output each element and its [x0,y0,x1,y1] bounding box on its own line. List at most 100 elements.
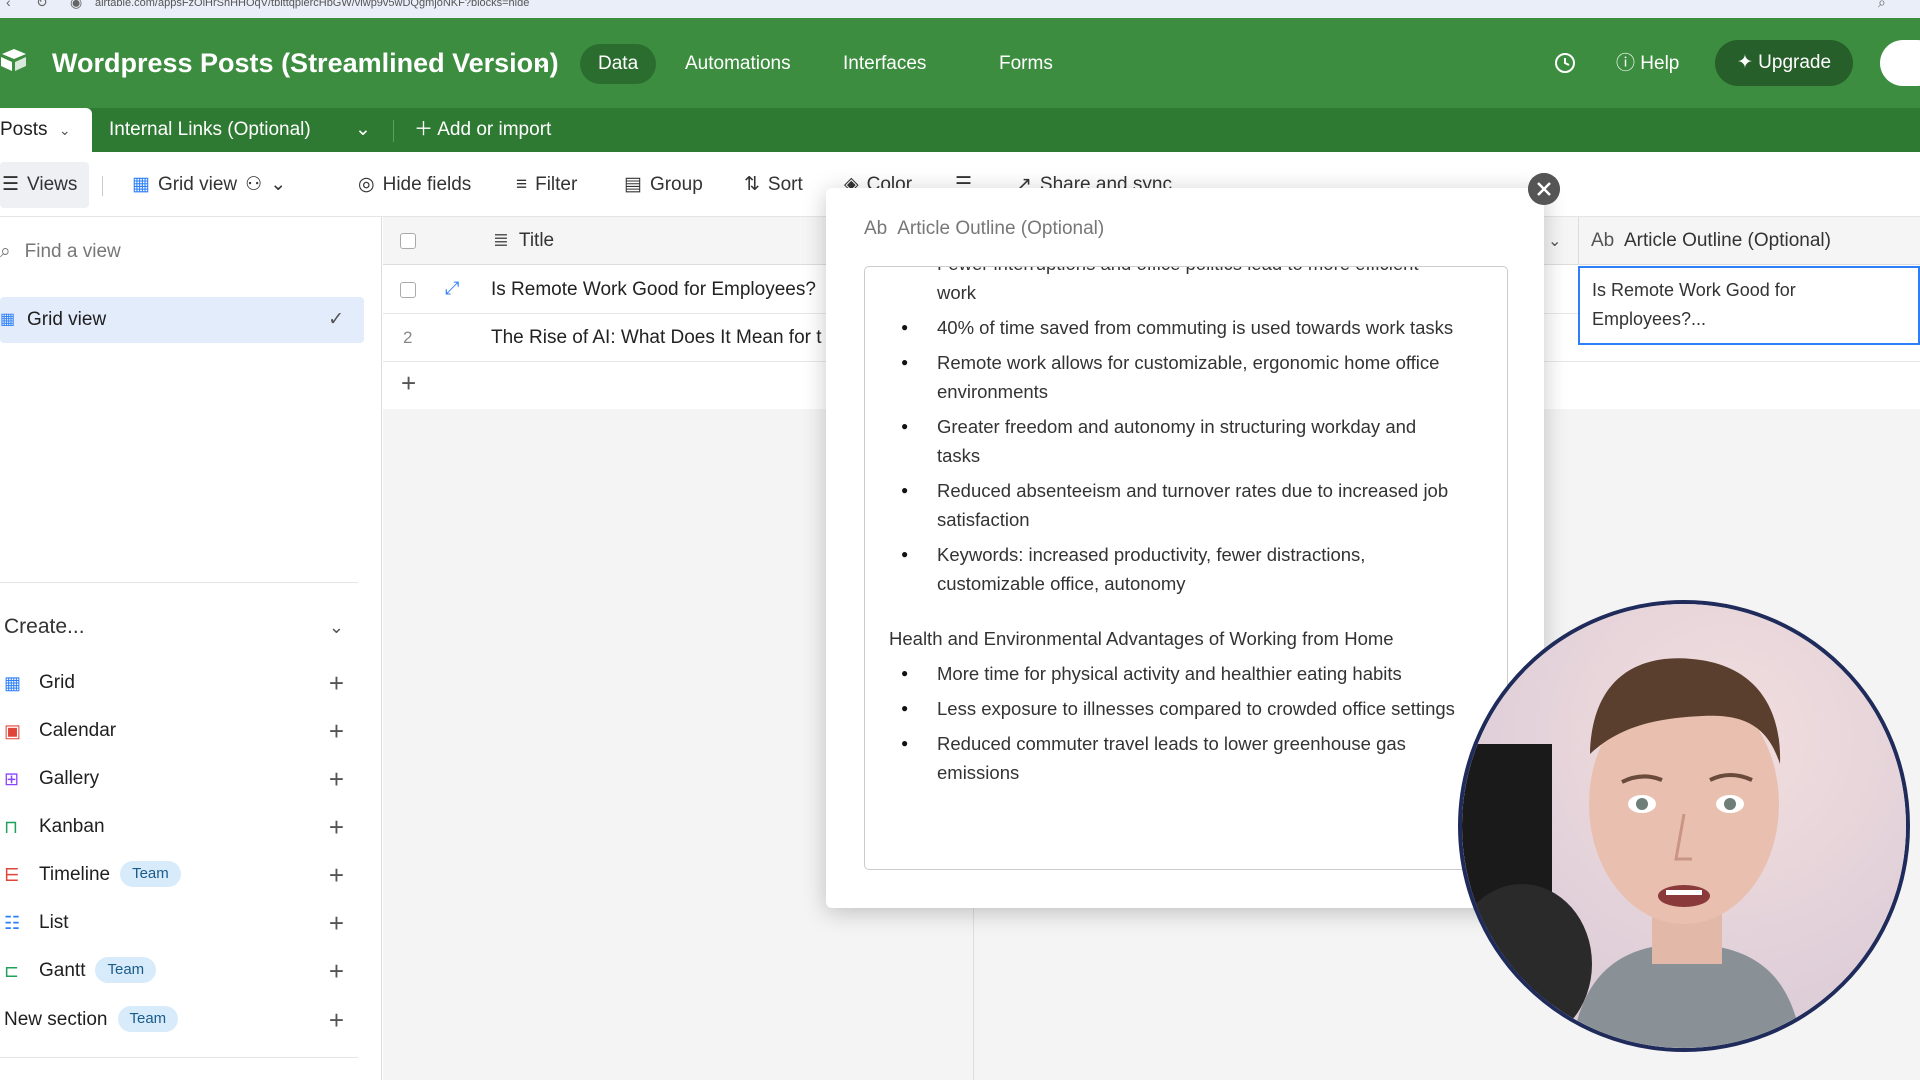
list-item: Remote work allows for customizable, erg… [889,348,1461,406]
create-calendar-view[interactable]: ▣ Calendar + [4,713,344,749]
plus-icon[interactable]: + [329,665,344,701]
plus-icon[interactable]: + [329,953,344,989]
collaborators-icon: ⚇ [245,174,263,195]
chevron-down-icon: ⌄ [58,122,71,138]
create-grid-view[interactable]: ▦ Grid + [4,665,344,701]
column-menu-chevron-icon[interactable]: ⌄ [1548,231,1561,251]
chevron-down-icon: ⌄ [270,174,287,195]
hamburger-icon: ☰ [2,174,20,195]
editor-content[interactable]: Fewer interruptions and office politics … [865,267,1485,793]
filter-icon: ≡ [516,174,528,195]
gallery-icon: ⊞ [4,769,20,789]
sidebar-item-grid-view[interactable]: ▦ Grid view ✓ [0,297,364,343]
tables-bar: Posts ⌄ Internal Links (Optional) ⌄ ＋ Ad… [0,108,1920,152]
hide-fields-button[interactable]: ◎ Hide fields [358,170,471,200]
list-item: Keywords: increased productivity, fewer … [889,540,1461,598]
partial-text-line: Fewer interruptions and office politics … [937,267,1419,303]
list-item: Reduced absenteeism and turnover rates d… [889,476,1461,534]
app-header: Wordpress Posts (Streamlined Version) ⌄ … [0,18,1920,108]
help-icon: ⓘ [1616,53,1636,74]
find-view-input[interactable]: ⌕ Find a view [0,237,121,267]
add-or-import-button[interactable]: ＋ Add or import [414,108,551,152]
list-item: More time for physical activity and heal… [889,659,1461,688]
create-new-section[interactable]: New section Team + [4,1002,344,1038]
plus-icon[interactable]: + [329,809,344,845]
reload-icon[interactable]: ↻ [36,0,48,11]
nav-tab-forms[interactable]: Forms [999,44,1053,84]
column-header-article-outline[interactable]: Ab Article Outline (Optional) [1578,217,1920,265]
plus-icon[interactable]: + [329,857,344,893]
nav-tab-automations[interactable]: Automations [685,44,791,84]
grid-view-switcher[interactable]: ▦ Grid view ⚇ ⌄ [132,170,286,200]
history-icon[interactable] [1550,48,1580,78]
sort-icon: ⇅ [744,174,760,195]
row-number: 2 [403,328,413,347]
base-name[interactable]: Wordpress Posts (Streamlined Version) [52,48,559,79]
grid-icon: ▦ [4,673,22,693]
views-toggle-button[interactable]: ☰ Views [0,162,90,208]
row-checkbox[interactable] [400,282,416,298]
column-header-title[interactable]: ≣ Title [493,227,554,255]
plus-icon: ＋ [414,119,434,140]
filter-button[interactable]: ≡ Filter [516,170,577,200]
tables-chevron-down-icon[interactable]: ⌄ [355,108,371,152]
text-field-icon: Ab [1591,230,1615,251]
list-item: Less exposure to illnesses compared to c… [889,694,1461,723]
create-kanban-view[interactable]: ⊓ Kanban + [4,809,344,845]
group-button[interactable]: ▤ Group [624,170,703,200]
list-icon: ☷ [4,913,21,933]
create-view-section[interactable]: Create... ⌄ [4,607,344,647]
expand-record-icon[interactable]: ⤢ [445,278,459,299]
plus-icon[interactable]: + [329,713,344,749]
table-tab-posts[interactable]: Posts ⌄ [0,108,92,152]
base-menu-chevron-icon[interactable]: ⌄ [534,52,549,73]
help-button[interactable]: ⓘ Help [1616,44,1679,84]
row-title-cell[interactable]: The Rise of AI: What Does It Mean for t [491,324,822,352]
popup-field-label: Ab Article Outline (Optional) [864,218,1105,239]
create-gallery-view[interactable]: ⊞ Gallery + [4,761,344,797]
row-title-cell[interactable]: Is Remote Work Good for Employees? [491,276,816,304]
site-info-icon[interactable]: ◉ [70,0,82,11]
nav-tab-interfaces[interactable]: Interfaces [843,44,926,84]
close-popup-icon[interactable] [1528,173,1560,205]
section-heading: Health and Environmental Advantages of W… [889,628,1394,649]
chevron-down-icon: ⌄ [328,617,344,637]
create-list-view[interactable]: ☷ List + [4,905,344,941]
create-gantt-view[interactable]: ⊏ Gantt Team + [4,953,344,989]
long-text-icon: ≣ [493,230,509,251]
text-field-icon: Ab [864,218,888,239]
check-icon: ✓ [328,309,344,330]
url-text: airtable.com/appsFzOlHrShHHOqV/tblttqple… [95,0,530,9]
timeline-icon: ⋿ [4,865,20,885]
browser-search-icon[interactable]: ⌕ [1878,0,1886,11]
list-item: 40% of time saved from commuting is used… [889,313,1461,342]
share-button[interactable] [1880,40,1920,86]
add-record-plus-icon[interactable]: + [401,368,416,399]
calendar-icon: ▣ [4,721,22,741]
table-tab-internal-links[interactable]: Internal Links (Optional) [109,108,311,152]
airtable-logo-icon[interactable] [0,48,28,72]
team-badge: Team [95,957,157,983]
back-icon[interactable]: ‹ [6,0,11,10]
browser-url-bar[interactable]: ‹ ↻ ◉ airtable.com/appsFzOlHrShHHOqV/tbl… [0,0,1920,18]
upgrade-button[interactable]: ✦ Upgrade [1715,40,1853,86]
plus-icon[interactable]: + [329,905,344,941]
plus-icon[interactable]: + [329,1002,344,1038]
team-badge: Team [117,1006,179,1032]
grid-icon: ▦ [132,174,150,195]
nav-tab-data[interactable]: Data [580,44,657,84]
create-timeline-view[interactable]: ⋿ Timeline Team + [4,857,344,893]
grid-icon: ▦ [0,311,16,328]
long-text-editor[interactable]: Fewer interruptions and office politics … [864,266,1508,870]
webcam-overlay [1458,600,1910,1052]
group-icon: ▤ [624,174,642,195]
team-badge: Team [120,861,181,887]
kanban-icon: ⊓ [4,817,19,837]
plus-icon[interactable]: + [329,761,344,797]
gantt-icon: ⊏ [4,961,20,981]
select-all-checkbox[interactable] [400,233,416,249]
eye-slash-icon: ◎ [358,174,375,195]
expanded-long-text-popup: Ab Article Outline (Optional) Fewer inte… [826,188,1544,908]
article-outline-cell-selected[interactable]: Is Remote Work Good for Employees?... [1578,266,1920,345]
sort-button[interactable]: ⇅ Sort [744,170,803,200]
